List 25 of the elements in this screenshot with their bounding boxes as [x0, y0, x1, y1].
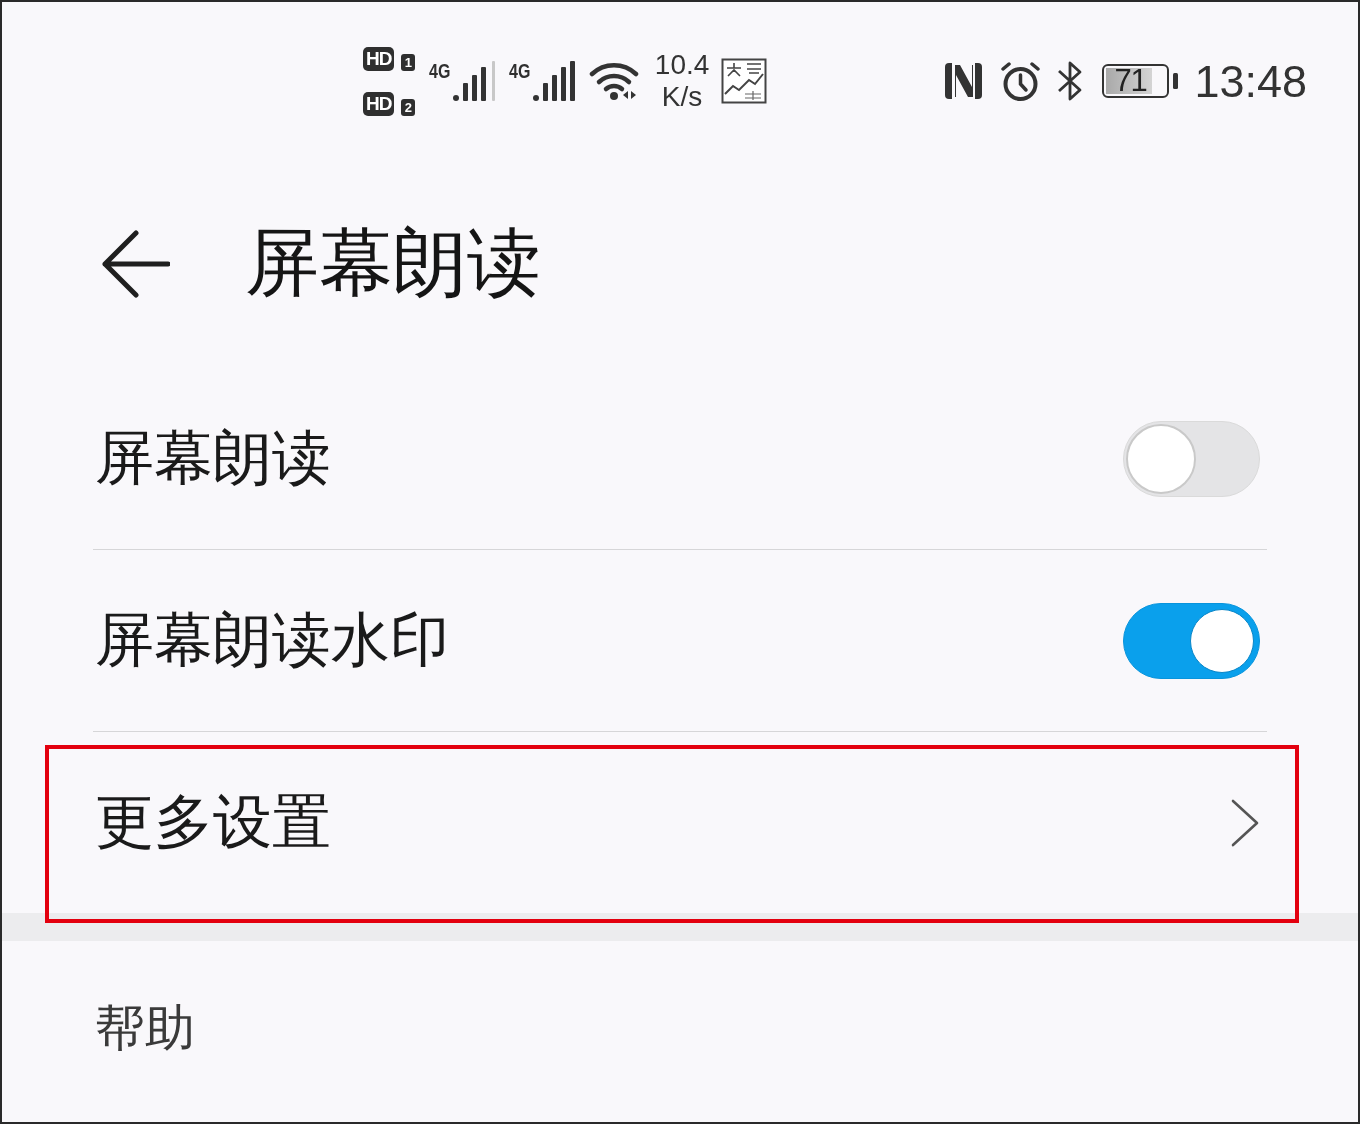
hd-badge: HD — [363, 91, 395, 116]
wifi-icon — [588, 61, 639, 101]
sim-slot-badge: 1 — [401, 53, 416, 71]
status-time: 13:48 — [1194, 58, 1307, 104]
signal-icon — [532, 61, 575, 101]
page-title: 屏幕朗读 — [245, 226, 541, 300]
chevron-right-icon — [1230, 797, 1260, 848]
setting-label: 屏幕朗读水印 — [95, 611, 449, 670]
signal-icon — [453, 61, 496, 101]
network-type: 4G — [429, 61, 451, 81]
bluetooth-icon — [1057, 60, 1084, 102]
setting-label: 屏幕朗读 — [95, 429, 331, 488]
alarm-clock-icon — [1000, 60, 1042, 102]
network-type: 4G — [509, 61, 531, 81]
section-title: 帮助 — [95, 1000, 195, 1056]
hd-badge: HD — [363, 46, 395, 71]
speed-unit: K/s — [661, 81, 703, 113]
nfc-icon — [943, 61, 985, 101]
sim-slot-badge: 2 — [401, 98, 416, 116]
app-chart-icon — [721, 58, 768, 104]
battery-percent: 71 — [1114, 64, 1147, 98]
setting-label: 更多设置 — [95, 793, 331, 852]
network-speed: 10.4 — [654, 49, 710, 81]
battery-icon — [1102, 64, 1180, 98]
back-icon[interactable] — [100, 230, 170, 298]
